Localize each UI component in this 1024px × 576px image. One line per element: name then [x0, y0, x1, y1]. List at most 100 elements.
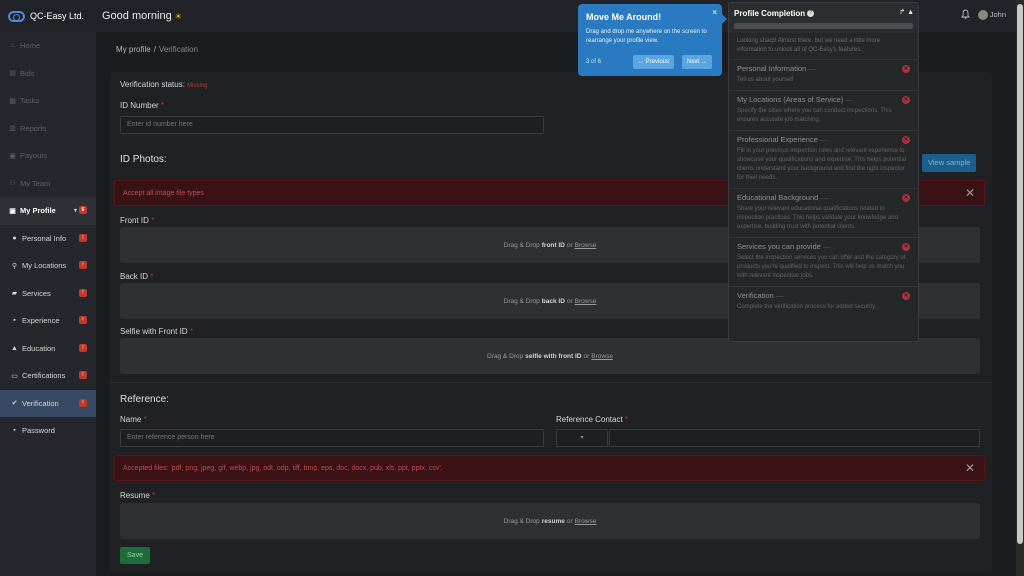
label-text: Back ID	[120, 272, 149, 281]
sidebar-item-services[interactable]: ▰ Services!	[0, 280, 96, 308]
sidebar-item-personal-info[interactable]: ● Personal Info!	[0, 225, 96, 253]
warning-badge: !	[79, 288, 87, 297]
breadcrumb-current: Verification	[158, 45, 199, 54]
drop-or: or	[566, 517, 573, 525]
close-icon[interactable]: ×	[712, 8, 717, 17]
accepted-files-alert: Accepted files: 'pdf, png, jpeg, gif, we…	[114, 455, 985, 481]
sun-icon: ☀	[174, 11, 182, 21]
tasks-icon: ▦	[9, 97, 16, 105]
home-icon: ⌂	[10, 42, 15, 50]
progress-bar	[734, 23, 913, 29]
sidebar-item-label: My Team	[20, 178, 51, 188]
sidebar-item-tasks[interactable]: ▦ Tasks	[0, 87, 96, 115]
avatar	[977, 10, 988, 20]
profile-completion-header[interactable]: Profile Completion? ↱ ▲	[729, 3, 918, 33]
sidebar-item-payouts[interactable]: ▣ Payouts	[0, 142, 96, 170]
reference-name-input[interactable]: Enter reference person here	[120, 429, 544, 447]
team-icon: ⚇	[9, 180, 16, 188]
logo-icon	[8, 10, 25, 22]
completion-item-educational-background[interactable]: Educational Background — Share your relev…	[729, 188, 918, 237]
previous-button[interactable]: ← Previous	[633, 55, 675, 69]
close-icon[interactable]: ✕	[965, 461, 975, 475]
close-icon[interactable]: ✕	[965, 186, 975, 200]
required-mark: *	[189, 327, 193, 336]
item-title: Professional Experience	[737, 135, 818, 144]
id-photos-title: ID Photos:	[120, 154, 167, 165]
selfie-label: Selfie with Front ID *	[120, 327, 193, 336]
browse-link[interactable]: Browse	[575, 518, 597, 525]
drop-prefix: Drag & Drop	[503, 297, 540, 305]
country-code-select[interactable]: ▾	[556, 429, 608, 447]
resume-dropzone[interactable]: Drag & Drop resume or Browse	[120, 503, 980, 539]
sidebar-item-certifications[interactable]: ▭ Certifications!	[0, 362, 96, 390]
tour-title: Move Me Around!	[586, 12, 662, 22]
label-text: Resume	[120, 491, 150, 500]
scrollbar-thumb[interactable]	[1017, 4, 1023, 544]
item-desc: Fill in your previous inspection roles a…	[737, 148, 906, 181]
required-mark: *	[143, 415, 147, 424]
sidebar-item-reports[interactable]: ▥ Reports	[0, 115, 96, 143]
bids-icon: ▤	[9, 70, 16, 78]
selfie-dropzone[interactable]: Drag & Drop selfie with front ID or Browse	[120, 338, 980, 374]
completion-item-services[interactable]: Services you can provide — Select the ins…	[729, 237, 918, 286]
sidebar-item-education[interactable]: ▲ Education!	[0, 335, 96, 363]
alert-text: Accepted files: 'pdf, png, jpeg, gif, we…	[123, 464, 443, 472]
item-desc: Select the inspection services you can o…	[737, 255, 906, 279]
user-icon: ●	[12, 234, 17, 242]
reference-title: Reference:	[120, 394, 169, 405]
help-icon[interactable]: ?	[807, 10, 815, 18]
bell-icon[interactable]	[960, 9, 970, 21]
collapse-icon[interactable]: ▲	[907, 9, 914, 16]
dash-icon: —	[819, 135, 828, 144]
save-button[interactable]: Save	[120, 547, 150, 564]
item-title: Personal Information	[737, 64, 807, 73]
sidebar-item-password[interactable]: ▪ Password	[0, 417, 96, 445]
sidebar-item-my-locations[interactable]: ⚲ My Locations!	[0, 252, 96, 280]
view-sample-button[interactable]: View sample	[922, 154, 977, 172]
sidebar-item-my-team[interactable]: ⚇ My Team	[0, 170, 96, 198]
dash-icon: —	[808, 64, 816, 73]
required-mark: *	[624, 415, 629, 424]
completion-item-my-locations[interactable]: My Locations (Areas of Service) — Specify…	[729, 90, 918, 130]
user-menu[interactable]: John	[977, 10, 1006, 20]
sidebar-item-label: Education	[22, 343, 56, 353]
status-badge: Missing	[187, 83, 208, 89]
logo[interactable]: QC-Easy Ltd.	[0, 0, 96, 32]
id-number-input[interactable]: Enter id number here	[120, 116, 544, 134]
reference-contact-input[interactable]	[609, 429, 980, 447]
sidebar-item-experience[interactable]: ▪ Experience!	[0, 307, 96, 335]
browse-link[interactable]: Browse	[591, 353, 613, 360]
tour-popover[interactable]: Move Me Around! Drag and drop me anywher…	[578, 4, 727, 76]
sidebar-item-label: Certifications	[22, 371, 66, 381]
browse-link[interactable]: Browse	[575, 242, 597, 249]
item-desc: Tell us about yourself	[737, 77, 794, 83]
front-id-label: Front ID *	[120, 216, 154, 225]
sidebar-item-bids[interactable]: ▤ Bids	[0, 60, 96, 88]
required-mark: *	[150, 272, 154, 281]
redo-icon[interactable]: ↱	[899, 9, 905, 16]
location-pin-icon: ⚲	[11, 262, 18, 270]
completion-item-verification[interactable]: Verification — Complete the verification …	[729, 286, 918, 317]
completion-item-professional-experience[interactable]: Professional Experience — Fill in your pr…	[729, 130, 918, 188]
drop-or: or	[583, 352, 590, 360]
popover-arrow	[722, 14, 727, 24]
sidebar-item-verification[interactable]: ✔ Verification!	[0, 389, 96, 417]
profile-completion-panel[interactable]: Profile Completion? ↱ ▲ Looking sharp! A…	[728, 2, 919, 342]
drop-prefix: Drag & Drop	[503, 517, 540, 525]
item-desc: Complete the verification process for ad…	[737, 304, 877, 310]
item-desc: Share your relevant educational qualific…	[737, 206, 898, 230]
next-button[interactable]: Next →	[682, 55, 713, 69]
incomplete-icon: ✕	[902, 243, 910, 251]
item-title: My Locations (Areas of Service)	[737, 95, 844, 104]
scrollbar[interactable]	[1016, 0, 1024, 576]
drop-target-name: selfie with front ID	[525, 352, 582, 360]
sidebar-item-label: Reports	[20, 123, 47, 133]
drop-target-name: resume	[541, 517, 565, 525]
chevron-down-icon: ▾	[580, 435, 584, 441]
sidebar-item-my-profile[interactable]: ▣ My Profile ▾ 6	[0, 197, 96, 225]
item-title: Verification	[737, 291, 774, 300]
completion-item-personal-information[interactable]: Personal Information — Tell us about your…	[729, 59, 918, 90]
browse-link[interactable]: Browse	[575, 298, 597, 305]
sidebar-item-home[interactable]: ⌂ Home	[0, 32, 96, 60]
breadcrumb-root[interactable]: My profile	[116, 45, 151, 54]
